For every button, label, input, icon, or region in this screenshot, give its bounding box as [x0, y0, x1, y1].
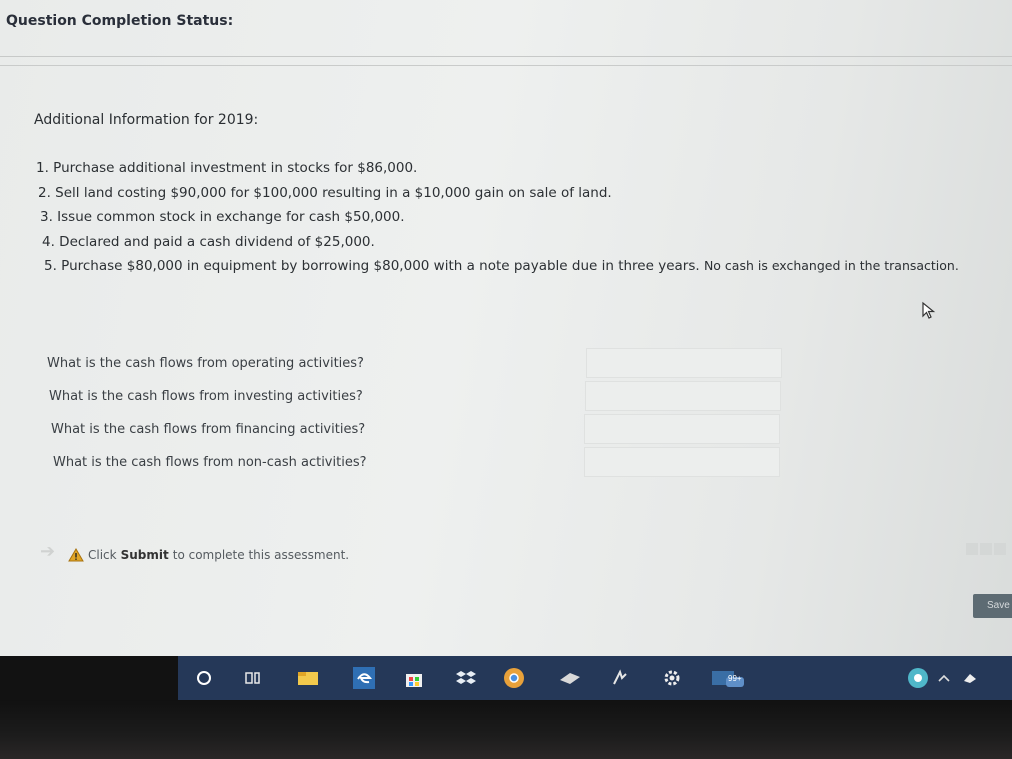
info-item: 5. Purchase $80,000 in equipment by borr… [44, 258, 959, 283]
answer-input-investing[interactable] [585, 381, 781, 411]
monitor-bezel [0, 700, 1012, 759]
info-item: 3. Issue common stock in exchange for ca… [40, 209, 405, 225]
question-investing: What is the cash flows from investing ac… [49, 389, 363, 404]
info-item: 2. Sell land costing $90,000 for $100,00… [38, 184, 612, 201]
mail-icon[interactable]: 99+ [708, 664, 748, 692]
answer-input-non-cash[interactable] [584, 447, 780, 477]
answer-input-financing[interactable] [584, 414, 780, 444]
app-icon-2[interactable] [606, 664, 634, 692]
warning-icon [68, 548, 84, 562]
divider [0, 65, 1012, 66]
tray-chevron-icon[interactable] [930, 664, 958, 692]
chrome-icon[interactable] [500, 664, 528, 692]
section-heading: Additional Information for 2019: [34, 112, 259, 128]
info-list: 1. Purchase additional investment in sto… [36, 160, 959, 283]
edge-icon[interactable] [350, 664, 378, 692]
info-item: 4. Declared and paid a cash dividend of … [42, 233, 375, 250]
arrow-icon: ➔ [40, 541, 56, 561]
settings-icon[interactable] [658, 664, 686, 692]
screen-edge [0, 656, 178, 700]
tray-app-icon[interactable] [956, 664, 984, 692]
answer-input-operating[interactable] [586, 348, 782, 378]
info-item-text: 5. Purchase $80,000 in equipment by borr… [44, 258, 700, 274]
browser-viewport: Question Completion Status: Additional I… [0, 0, 1012, 700]
submit-link[interactable]: Submit [121, 548, 169, 562]
click-text: Click [88, 548, 117, 562]
mail-badge: 99+ [728, 674, 742, 683]
info-item: 1. Purchase additional investment in sto… [36, 160, 418, 176]
app-icon[interactable] [556, 664, 584, 692]
windows-taskbar: 99+ [178, 656, 1012, 700]
help-icon[interactable] [904, 664, 932, 692]
store-icon[interactable] [400, 664, 428, 692]
dropbox-icon[interactable] [452, 664, 480, 692]
question-non-cash: What is the cash flows from non-cash act… [53, 455, 367, 470]
pagination-controls[interactable] [966, 542, 1012, 556]
header-bar: Question Completion Status: [0, 0, 1012, 57]
question-completion-status: Question Completion Status: [6, 13, 234, 29]
file-explorer-icon[interactable] [294, 664, 322, 692]
save-button[interactable]: Save [973, 594, 1012, 618]
complete-text: to complete this assessment. [172, 548, 350, 562]
info-item-note: No cash is exchanged in the transaction. [703, 258, 959, 273]
question-financing: What is the cash flows from financing ac… [51, 422, 366, 437]
submit-note: Click Submit to complete this assessment… [68, 548, 349, 562]
cortana-icon[interactable] [190, 664, 218, 692]
nav-arrows-icon[interactable] [966, 542, 1012, 556]
question-operating: What is the cash flows from operating ac… [47, 356, 364, 371]
task-view-icon[interactable] [240, 664, 268, 692]
mouse-cursor-icon [922, 301, 936, 319]
